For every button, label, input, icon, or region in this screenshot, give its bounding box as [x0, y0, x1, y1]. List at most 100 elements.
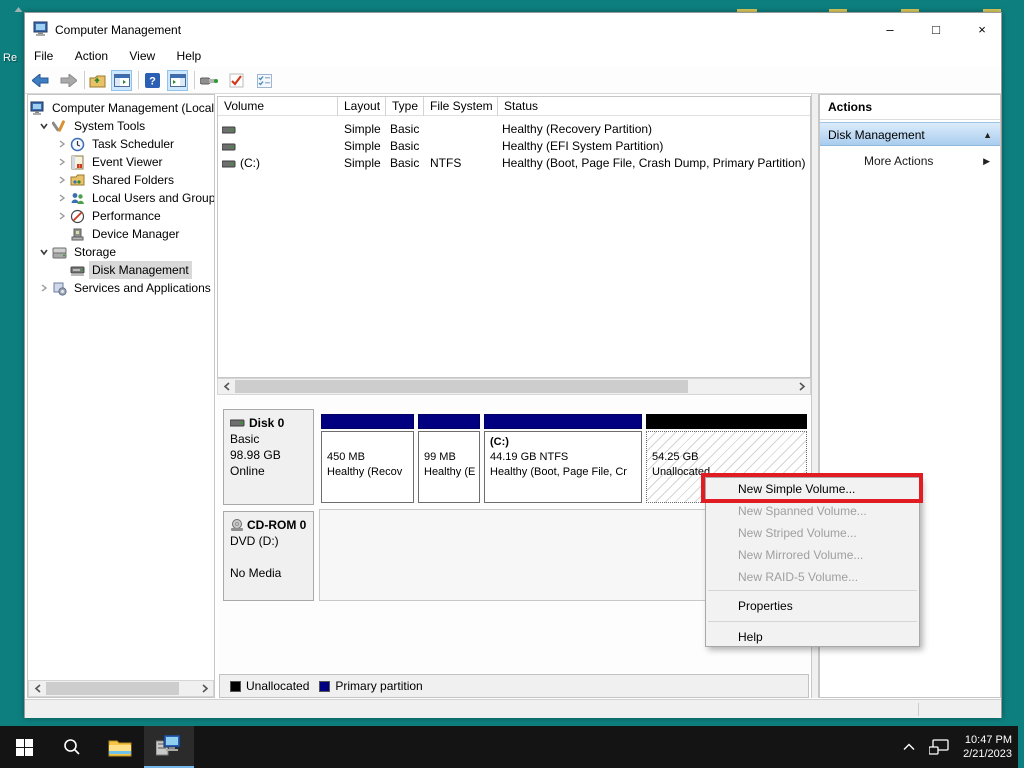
checklist-icon[interactable]: [254, 70, 275, 91]
close-button[interactable]: ×: [959, 13, 1005, 46]
column-volume[interactable]: Volume: [218, 97, 338, 116]
column-file-system[interactable]: File System: [424, 97, 498, 116]
show-action-pane-icon[interactable]: [167, 70, 188, 91]
minimize-button[interactable]: –: [867, 13, 913, 46]
tree-item-shared-folders[interactable]: Shared Folders: [28, 171, 214, 189]
legend-unallocated-label: Unallocated: [246, 679, 309, 693]
computer-icon: [30, 101, 45, 116]
volume-row[interactable]: (C:) Simple Basic NTFS Healthy (Boot, Pa…: [218, 155, 810, 172]
scrollbar-thumb[interactable]: [46, 682, 179, 695]
search-icon[interactable]: [48, 726, 96, 768]
chevron-right-icon[interactable]: [56, 174, 68, 186]
tree-item-system-tools[interactable]: System Tools: [28, 117, 214, 135]
menu-item-help[interactable]: Help: [706, 624, 919, 650]
show-desktop-button[interactable]: [1018, 726, 1024, 768]
scrollbar-thumb[interactable]: [235, 380, 688, 393]
disk0-label[interactable]: Disk 0 Basic 98.98 GB Online: [223, 409, 314, 505]
partition-recovery[interactable]: 450 MB Healthy (Recov: [321, 414, 414, 503]
chevron-right-icon[interactable]: [56, 210, 68, 222]
partition-color-bar: [321, 414, 414, 429]
tray-chevron-up-icon[interactable]: [903, 743, 915, 751]
storage-icon: [52, 245, 67, 260]
disk0-status: Online: [230, 463, 307, 479]
event-viewer-icon: !: [70, 155, 85, 170]
refresh-check-icon[interactable]: [226, 70, 247, 91]
volume-icon: [222, 138, 236, 153]
menu-help[interactable]: Help: [168, 46, 211, 66]
up-one-level-icon[interactable]: [87, 70, 108, 91]
chevron-down-icon[interactable]: [38, 246, 50, 258]
tree-horizontal-scrollbar[interactable]: [28, 680, 214, 697]
partition-c[interactable]: (C:) 44.19 GB NTFS Healthy (Boot, Page F…: [484, 414, 642, 503]
menu-bar: File Action View Help: [25, 46, 1001, 67]
back-icon[interactable]: [30, 70, 51, 91]
volume-list-header: Volume Layout Type File System Status: [218, 97, 810, 116]
title-bar[interactable]: Computer Management – □ ×: [25, 13, 1001, 46]
menu-item-new-spanned-volume: New Spanned Volume...: [706, 500, 919, 522]
toolbar: ?: [25, 67, 1001, 94]
taskbar-clock[interactable]: 10:47 PM 2/21/2023: [963, 733, 1012, 761]
forward-icon[interactable]: [58, 70, 79, 91]
volume-row[interactable]: Simple Basic Healthy (Recovery Partition…: [218, 121, 810, 138]
partition-efi[interactable]: 99 MB Healthy (E: [418, 414, 480, 503]
tree-item-event-viewer[interactable]: ! Event Viewer: [28, 153, 214, 171]
menu-item-properties[interactable]: Properties: [706, 593, 919, 619]
tree-item-performance[interactable]: Performance: [28, 207, 214, 225]
tree-item-task-scheduler[interactable]: Task Scheduler: [28, 135, 214, 153]
column-type[interactable]: Type: [386, 97, 424, 116]
device-tool-icon[interactable]: [198, 70, 219, 91]
cdrom-label[interactable]: CD-ROM 0 DVD (D:) No Media: [223, 511, 314, 601]
taskbar-computer-management-button[interactable]: [144, 726, 194, 768]
menu-action[interactable]: Action: [66, 46, 117, 66]
menu-item-new-mirrored-volume: New Mirrored Volume...: [706, 544, 919, 566]
chevron-right-icon[interactable]: [56, 156, 68, 168]
tree-item-local-users-and-groups[interactable]: Local Users and Groups: [28, 189, 214, 207]
console-tree-pane: Computer Management (Local System Tools …: [27, 94, 215, 698]
scroll-right-icon[interactable]: [196, 681, 213, 696]
tree-item-device-manager[interactable]: Device Manager: [28, 225, 214, 243]
column-status[interactable]: Status: [498, 97, 810, 116]
disk0-type: Basic: [230, 431, 307, 447]
legend-bar: Unallocated Primary partition: [219, 674, 809, 698]
collapse-icon[interactable]: ▲: [983, 123, 992, 145]
shared-folders-icon: [70, 173, 85, 188]
cdrom-media: No Media: [230, 565, 307, 581]
performance-icon: [70, 209, 85, 224]
menu-item-new-striped-volume: New Striped Volume...: [706, 522, 919, 544]
show-console-tree-icon[interactable]: [111, 70, 132, 91]
menu-item-new-simple-volume[interactable]: New Simple Volume...: [706, 478, 919, 500]
actions-header: Actions: [820, 95, 1000, 120]
actions-section-disk-management[interactable]: Disk Management ▲: [820, 122, 1000, 146]
chevron-right-icon[interactable]: [56, 192, 68, 204]
maximize-button[interactable]: □: [913, 13, 959, 46]
menu-file[interactable]: File: [25, 46, 62, 66]
tree-item-storage[interactable]: Storage: [28, 243, 214, 261]
volume-list-horizontal-scrollbar[interactable]: [217, 378, 811, 395]
chevron-right-icon[interactable]: [56, 138, 68, 150]
tray-network-icon[interactable]: [929, 739, 949, 755]
disk0-size: 98.98 GB: [230, 447, 307, 463]
tree-item-disk-management[interactable]: Disk Management: [28, 261, 214, 279]
scroll-left-icon[interactable]: [29, 681, 46, 696]
chevron-down-icon[interactable]: [38, 120, 50, 132]
help-icon[interactable]: ?: [142, 70, 163, 91]
clock-time: 10:47 PM: [963, 733, 1012, 747]
scroll-right-icon[interactable]: [793, 379, 810, 394]
recycle-bin-label: Re: [3, 52, 17, 64]
menu-separator: [708, 590, 917, 591]
tree-item-services-and-applications[interactable]: Services and Applications: [28, 279, 214, 297]
menu-view[interactable]: View: [120, 46, 164, 66]
chevron-right-icon[interactable]: [38, 282, 50, 294]
tree-item-computer-management[interactable]: Computer Management (Local: [28, 99, 214, 117]
volume-row[interactable]: Simple Basic Healthy (EFI System Partiti…: [218, 138, 810, 155]
scroll-left-icon[interactable]: [218, 379, 235, 394]
file-explorer-icon[interactable]: [96, 726, 144, 768]
cdrom-drive: DVD (D:): [230, 533, 307, 549]
task-scheduler-icon: [70, 137, 85, 152]
services-icon: [52, 281, 67, 296]
menu-separator: [708, 621, 917, 622]
cdrom-icon: [230, 519, 244, 531]
column-layout[interactable]: Layout: [338, 97, 386, 116]
start-button[interactable]: [0, 726, 48, 768]
more-actions-item[interactable]: More Actions ▶: [820, 150, 1000, 172]
